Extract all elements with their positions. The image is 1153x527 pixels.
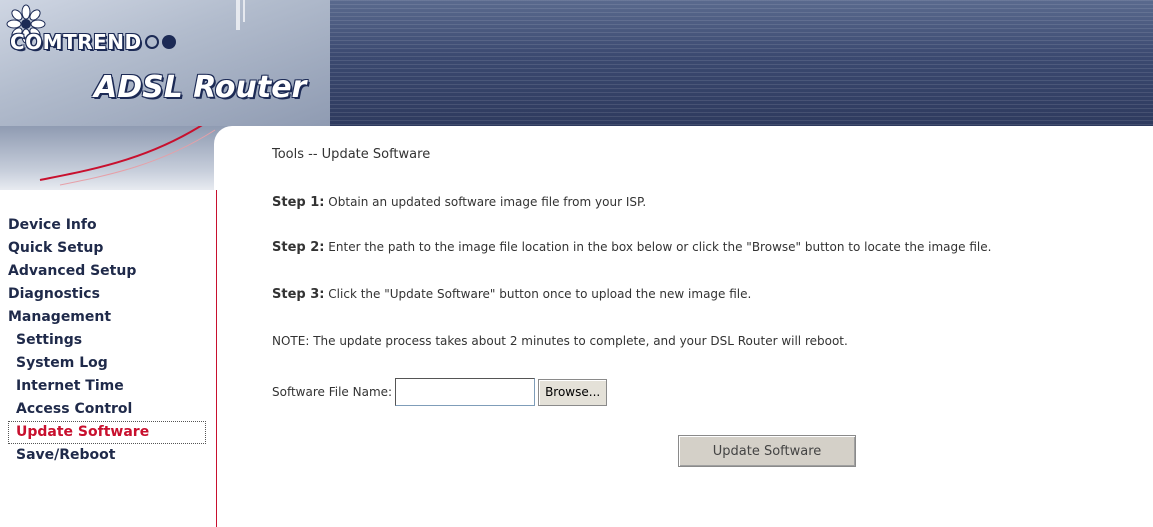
step-3-text: Click the "Update Software" button once … <box>324 287 752 301</box>
step-1-text: Obtain an updated software image file fr… <box>324 195 647 209</box>
red-swoosh-icon <box>39 126 216 186</box>
step-3-label: Step 3: <box>272 287 325 302</box>
browse-button[interactable]: Browse... <box>538 378 608 406</box>
sidebar-item-internet-time[interactable]: Internet Time <box>8 375 208 398</box>
software-file-input[interactable] <box>395 378 536 406</box>
sidebar-menu: Device Info Quick Setup Advanced Setup D… <box>8 214 208 467</box>
sidebar-item-advanced-setup[interactable]: Advanced Setup <box>8 260 208 283</box>
step-3: Step 3: Click the "Update Software" butt… <box>272 287 751 302</box>
sidebar-item-device-info[interactable]: Device Info <box>8 214 208 237</box>
banner-left-strip <box>0 126 232 190</box>
file-name-label: Software File Name: <box>272 385 393 399</box>
sidebar-item-save-reboot[interactable]: Save/Reboot <box>8 444 208 467</box>
banner-divider-thin <box>243 0 245 22</box>
update-note: NOTE: The update process takes about 2 m… <box>272 334 848 348</box>
product-name: ADSL Router <box>94 70 307 105</box>
sidebar: Device Info Quick Setup Advanced Setup D… <box>0 190 217 527</box>
brand-logo: COMTREND <box>6 30 176 54</box>
sidebar-item-update-software[interactable]: Update Software <box>8 421 206 444</box>
sidebar-item-diagnostics[interactable]: Diagnostics <box>8 283 208 306</box>
brand-dot-icon <box>161 35 176 49</box>
sidebar-item-management[interactable]: Management <box>8 306 208 329</box>
sidebar-item-system-log[interactable]: System Log <box>8 352 208 375</box>
step-2: Step 2: Enter the path to the image file… <box>272 240 991 255</box>
step-2-label: Step 2: <box>272 240 325 255</box>
brand-ring-icon <box>144 35 159 49</box>
file-row: Software File Name: Browse... <box>272 378 608 406</box>
banner-divider <box>236 0 240 30</box>
header-banner: COMTREND ADSL Router <box>0 0 1153 126</box>
sidebar-item-settings[interactable]: Settings <box>8 329 208 352</box>
brand-name: COMTREND <box>10 30 142 54</box>
step-1: Step 1: Obtain an updated software image… <box>272 195 646 210</box>
step-2-text: Enter the path to the image file locatio… <box>324 240 992 254</box>
sidebar-item-quick-setup[interactable]: Quick Setup <box>8 237 208 260</box>
step-1-label: Step 1: <box>272 195 325 210</box>
sidebar-item-access-control[interactable]: Access Control <box>8 398 208 421</box>
update-software-button[interactable]: Update Software <box>678 435 856 467</box>
page-title: Tools -- Update Software <box>272 147 431 162</box>
logo-panel <box>0 0 330 126</box>
